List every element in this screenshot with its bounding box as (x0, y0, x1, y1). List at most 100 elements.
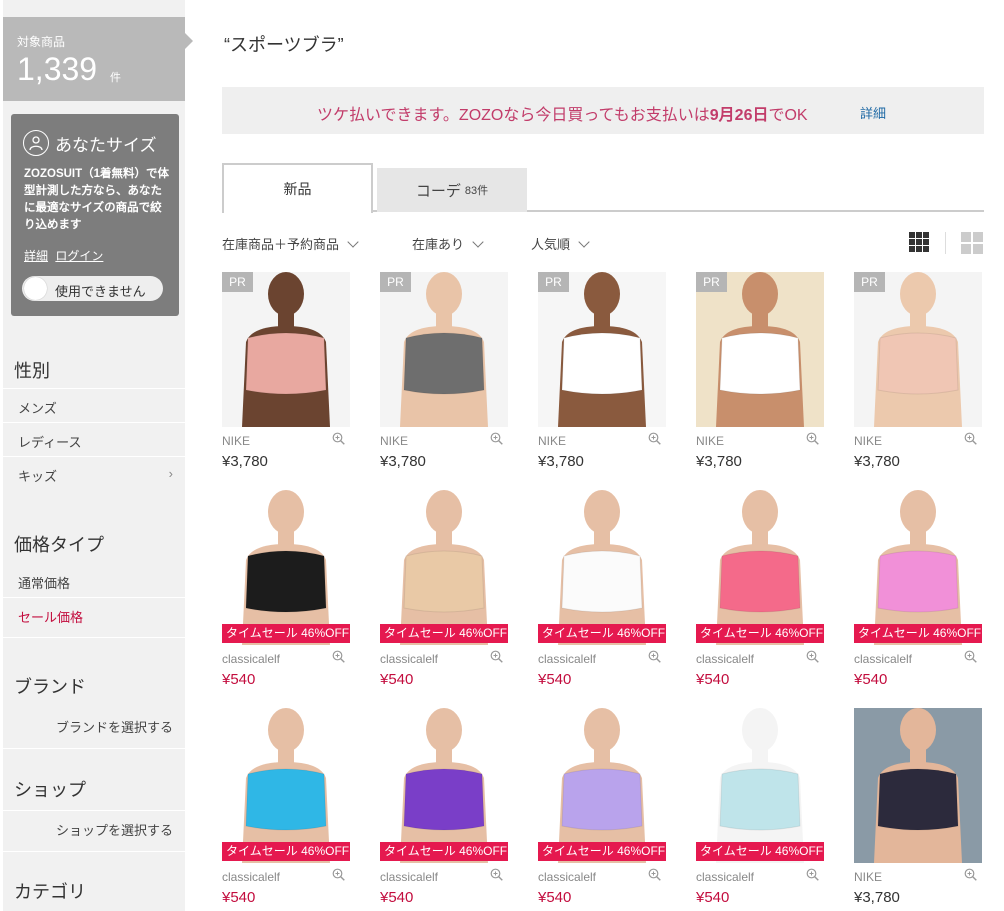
product-image[interactable] (854, 272, 982, 427)
product-card[interactable]: タイムセール 46%OFF classicalelf ¥540 (222, 708, 350, 911)
zoom-icon[interactable] (806, 432, 819, 445)
tab-new[interactable]: 新品 (222, 163, 373, 213)
product-brand[interactable]: classicalelf (538, 652, 596, 666)
stock-type-dropdown[interactable]: 在庫商品＋予約商品 (222, 234, 359, 253)
product-card[interactable]: PR NIKE ¥3,780 (538, 272, 666, 477)
divider (945, 232, 946, 254)
product-card[interactable]: NIKE ¥3,780 (854, 708, 982, 911)
zoom-icon[interactable] (806, 650, 819, 663)
divider (3, 851, 185, 852)
product-card[interactable]: PR NIKE ¥3,780 (380, 272, 508, 477)
product-card[interactable]: タイムセール 46%OFF classicalelf ¥540 (380, 490, 508, 695)
product-image[interactable] (222, 490, 350, 645)
pr-badge: PR (696, 272, 727, 292)
product-brand[interactable]: classicalelf (854, 652, 912, 666)
sort-order-dropdown[interactable]: 人気順 (531, 234, 590, 253)
product-image[interactable] (696, 490, 824, 645)
product-brand[interactable]: NIKE (538, 434, 566, 448)
product-image[interactable] (538, 490, 666, 645)
product-price: ¥3,780 (222, 453, 268, 470)
zoom-icon[interactable] (964, 650, 977, 663)
product-brand[interactable]: classicalelf (696, 870, 754, 884)
brand-select-link[interactable]: ブランドを選択する (56, 717, 173, 736)
filter-gender-kids[interactable]: キッズ (18, 466, 57, 485)
chevron-down-icon (347, 235, 359, 248)
zoom-icon[interactable] (490, 432, 503, 445)
product-card[interactable]: タイムセール 46%OFF classicalelf ¥540 (696, 490, 824, 695)
shop-select-link[interactable]: ショップを選択する (56, 820, 173, 839)
grid-view-small-icon[interactable] (909, 232, 929, 252)
zoom-icon[interactable] (490, 868, 503, 881)
detail-link[interactable]: 詳細 (24, 249, 48, 263)
zoom-icon[interactable] (332, 868, 345, 881)
time-sale-badge: タイムセール 46%OFF (380, 624, 508, 643)
product-brand[interactable]: NIKE (854, 870, 882, 884)
product-card[interactable]: タイムセール 46%OFF classicalelf ¥540 (538, 490, 666, 695)
product-brand[interactable]: NIKE (696, 434, 724, 448)
product-brand[interactable]: NIKE (222, 434, 250, 448)
product-image[interactable] (854, 490, 982, 645)
product-image[interactable] (222, 272, 350, 427)
in-stock-dropdown[interactable]: 在庫あり (412, 234, 484, 253)
product-card[interactable]: タイムセール 46%OFF classicalelf ¥540 (854, 490, 982, 695)
product-image[interactable] (538, 708, 666, 863)
zoom-icon[interactable] (490, 650, 503, 663)
product-brand[interactable]: classicalelf (222, 652, 280, 666)
zoom-icon[interactable] (648, 650, 661, 663)
product-image[interactable] (854, 708, 982, 863)
zoom-icon[interactable] (332, 650, 345, 663)
tab-new-label: 新品 (283, 181, 312, 197)
login-link[interactable]: ログイン (55, 249, 103, 263)
product-brand[interactable]: classicalelf (222, 870, 280, 884)
product-card[interactable]: タイムセール 46%OFF classicalelf ¥540 (380, 708, 508, 911)
product-image[interactable] (696, 708, 824, 863)
banner-detail-link[interactable]: 詳細 (860, 103, 886, 122)
zoom-icon[interactable] (964, 868, 977, 881)
product-card[interactable]: タイムセール 46%OFF classicalelf ¥540 (222, 490, 350, 695)
product-price: ¥540 (696, 889, 730, 906)
toggle-label: 使用できません (55, 284, 146, 299)
zoom-icon[interactable] (964, 432, 977, 445)
product-brand[interactable]: classicalelf (380, 870, 438, 884)
divider (3, 456, 185, 457)
product-card[interactable]: タイムセール 46%OFF classicalelf ¥540 (696, 708, 824, 911)
product-card[interactable]: PR NIKE ¥3,780 (222, 272, 350, 477)
product-image[interactable] (380, 272, 508, 427)
filter-price-sale[interactable]: セール価格 (18, 607, 83, 626)
product-image[interactable] (380, 490, 508, 645)
shop-heading: ショップ (14, 780, 86, 800)
product-image[interactable] (222, 708, 350, 863)
banner-date: 9月26日 (709, 107, 769, 124)
zoom-icon[interactable] (648, 432, 661, 445)
product-image[interactable] (380, 708, 508, 863)
product-brand[interactable]: NIKE (380, 434, 408, 448)
toggle-knob (24, 277, 47, 300)
sidebar: 対象商品 1,339 件 あなたサイズ ZOZOSUIT（1着無料）で体型計測し… (3, 0, 193, 911)
product-brand[interactable]: classicalelf (380, 652, 438, 666)
your-size-toggle[interactable]: 使用できません (22, 276, 163, 301)
product-brand[interactable]: classicalelf (538, 870, 596, 884)
chevron-down-icon (472, 235, 484, 248)
product-brand[interactable]: classicalelf (696, 652, 754, 666)
product-card[interactable]: PR NIKE ¥3,780 (696, 272, 824, 477)
filter-price-regular[interactable]: 通常価格 (18, 573, 70, 592)
product-image[interactable] (538, 272, 666, 427)
result-count-value: 1,339 (17, 51, 98, 87)
zoom-icon[interactable] (332, 432, 345, 445)
filter-gender-mens[interactable]: メンズ (18, 398, 57, 417)
product-price: ¥540 (380, 671, 414, 688)
product-image[interactable] (696, 272, 824, 427)
product-price: ¥3,780 (854, 453, 900, 470)
product-card[interactable]: タイムセール 46%OFF classicalelf ¥540 (538, 708, 666, 911)
payment-banner: ツケ払いできます。ZOZOなら今日買ってもお支払いは9月26日でOK 詳細 (222, 87, 984, 134)
time-sale-badge: タイムセール 46%OFF (222, 842, 350, 861)
tab-coordinate[interactable]: コーデ 83件 (377, 168, 527, 212)
main-content: “スポーツブラ” ツケ払いできます。ZOZOなら今日買ってもお支払いは9月26日… (222, 0, 1004, 911)
grid-view-large-icon[interactable] (961, 232, 983, 254)
divider (3, 388, 185, 389)
zoom-icon[interactable] (648, 868, 661, 881)
zoom-icon[interactable] (806, 868, 819, 881)
filter-gender-ladies[interactable]: レディース (18, 432, 81, 451)
product-brand[interactable]: NIKE (854, 434, 882, 448)
product-card[interactable]: PR NIKE ¥3,780 (854, 272, 982, 477)
